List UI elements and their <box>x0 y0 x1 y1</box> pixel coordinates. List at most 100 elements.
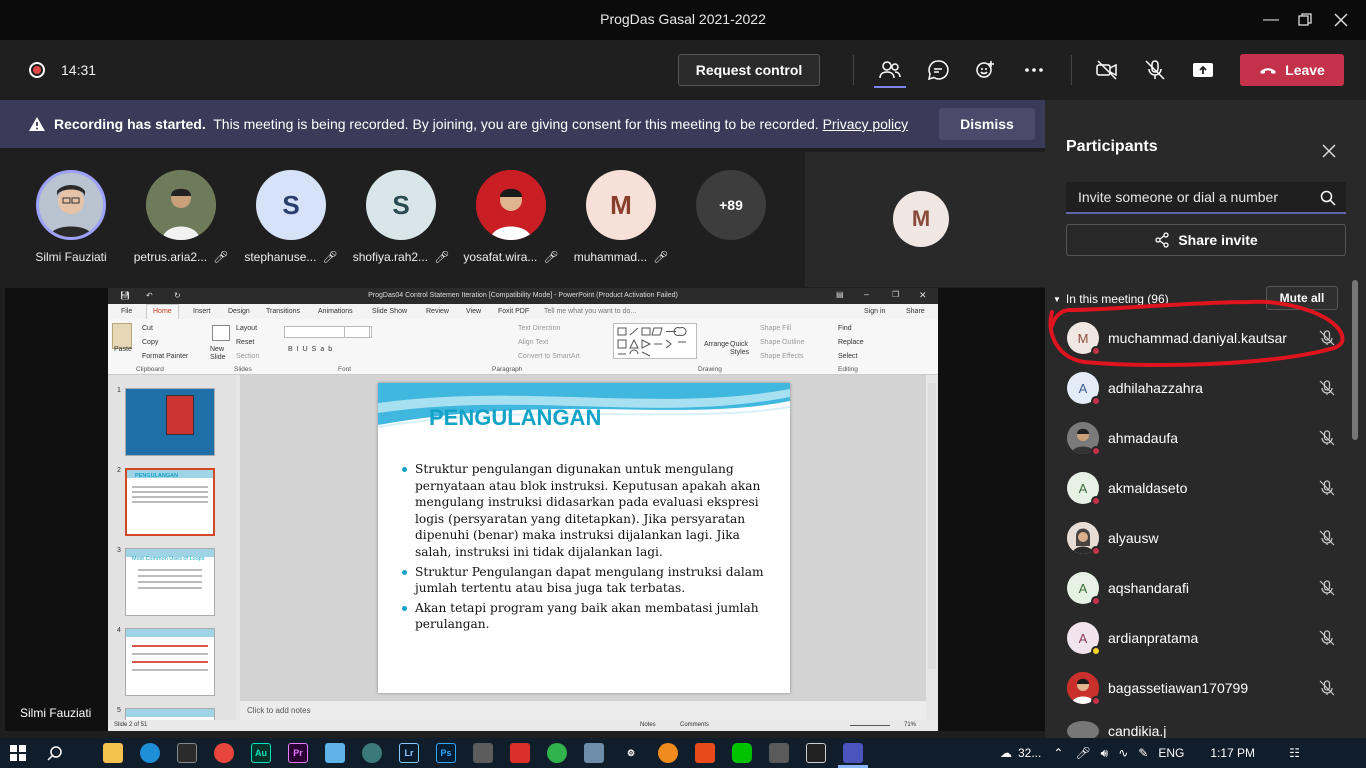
participant-tile[interactable]: S stephanuse... 🎤︎ <box>236 170 346 264</box>
mic-muted-icon <box>1319 580 1335 596</box>
thumbnail-image <box>166 395 194 435</box>
participant-row[interactable]: candikia.j <box>1045 713 1355 738</box>
chrome-icon[interactable] <box>214 743 234 763</box>
participant-row[interactable]: alyausw <box>1045 513 1355 563</box>
windows-start-icon[interactable] <box>8 743 28 763</box>
camera-off-icon[interactable] <box>1091 56 1123 84</box>
participant-row[interactable]: ahmadaufa <box>1045 413 1355 463</box>
avatar: S <box>256 170 326 240</box>
app-icon[interactable] <box>510 743 530 763</box>
lightroom-icon[interactable]: Lr <box>399 743 419 763</box>
network-icon[interactable]: ∿ <box>1118 746 1128 760</box>
people-icon[interactable] <box>874 56 906 84</box>
terminal-icon[interactable] <box>806 743 826 763</box>
minimize-icon[interactable]: — <box>1254 6 1288 34</box>
participant-tile[interactable]: M muhammad... 🎤︎ <box>566 170 676 264</box>
participant-name: yosafat.wira... <box>463 250 538 264</box>
participant-video-tile[interactable]: M <box>805 152 1045 287</box>
arrange-label: Arrange <box>704 341 729 348</box>
request-control-button[interactable]: Request control <box>678 54 820 86</box>
participant-row[interactable]: A adhilahazzahra <box>1045 363 1355 413</box>
app-icon[interactable] <box>658 743 678 763</box>
calculator-icon[interactable] <box>473 743 493 763</box>
notifications-icon[interactable]: ☷ <box>1289 746 1300 760</box>
app-icon[interactable] <box>584 743 604 763</box>
privacy-policy-link[interactable]: Privacy policy <box>823 116 909 132</box>
app-icon[interactable] <box>362 743 382 763</box>
zoom-level: 71% <box>904 722 917 728</box>
mic-off-icon[interactable] <box>1139 56 1171 84</box>
mic-muted-icon: 🎤︎ <box>213 250 229 264</box>
clock[interactable]: 1:17 PM <box>1210 746 1255 760</box>
thumb-number: 5 <box>117 707 121 714</box>
participant-tile[interactable]: S shofiya.rah2... 🎤︎ <box>346 170 456 264</box>
restore-icon: ❐ <box>892 290 900 299</box>
edge-icon[interactable] <box>140 743 160 763</box>
participant-row[interactable]: bagassetiawan170799 <box>1045 663 1355 713</box>
reactions-icon[interactable] <box>970 56 1002 84</box>
share-screen-icon[interactable] <box>1187 56 1219 84</box>
recording-banner: Recording has started. This meeting is b… <box>0 100 1045 148</box>
new-slide-icon <box>212 325 230 341</box>
slide-thumbnail <box>125 388 215 456</box>
avatar: A <box>1067 372 1101 406</box>
invite-input[interactable]: Invite someone or dial a number <box>1066 182 1346 214</box>
app-icon[interactable] <box>547 743 567 763</box>
close-icon[interactable] <box>1318 140 1340 162</box>
mic-muted-icon: 🎤︎ <box>543 250 559 264</box>
participant-row[interactable]: A aqshandarafi <box>1045 563 1355 613</box>
slide-thumbnail <box>125 628 215 696</box>
participant-row[interactable]: A akmaldaseto <box>1045 463 1355 513</box>
group-slides: Slides <box>234 366 252 373</box>
restore-icon[interactable] <box>1288 6 1322 34</box>
participant-row[interactable]: A ardianpratama <box>1045 613 1355 663</box>
share-icon <box>1155 232 1169 248</box>
chat-icon[interactable] <box>922 56 954 84</box>
app-icon[interactable] <box>769 743 789 763</box>
chevron-up-icon[interactable]: ⌃ <box>1053 746 1063 760</box>
toolbar-divider <box>853 55 854 85</box>
search-icon[interactable] <box>45 743 65 763</box>
volume-icon[interactable]: 🔊︎ <box>1101 746 1109 761</box>
participants-scrollbar[interactable] <box>1352 280 1358 440</box>
store-icon[interactable] <box>177 743 197 763</box>
share-link: Share <box>906 308 925 315</box>
tab-slide-show: Slide Show <box>372 308 408 315</box>
meeting-timer: 14:31 <box>61 62 97 78</box>
premiere-icon[interactable]: Pr <box>288 743 308 763</box>
participant-tile[interactable]: petrus.aria2... 🎤︎ <box>126 170 236 264</box>
quick-styles-label: Quick Styles <box>730 341 750 356</box>
participant-name: Silmi Fauziati <box>35 250 107 264</box>
leave-button[interactable]: Leave <box>1240 54 1344 86</box>
thumb-number: 4 <box>117 627 121 634</box>
mic-muted-icon: 🎤︎ <box>653 250 669 264</box>
weather-temp[interactable]: 32... <box>1018 746 1041 760</box>
notepad-icon[interactable] <box>325 743 345 763</box>
tab-design: Design <box>228 308 250 315</box>
settings-icon[interactable]: ⚙ <box>621 743 641 763</box>
language-indicator[interactable]: ENG <box>1158 746 1184 760</box>
dismiss-button[interactable]: Dismiss <box>939 108 1035 140</box>
share-invite-button[interactable]: Share invite <box>1066 224 1346 256</box>
thumbnail-title: PENGULANGAN <box>135 473 179 479</box>
participant-name: ardianpratama <box>1108 630 1199 646</box>
photoshop-icon[interactable]: Ps <box>436 743 456 763</box>
participant-name: bagassetiawan170799 <box>1108 680 1249 696</box>
line-icon[interactable] <box>732 743 752 763</box>
foxit-icon[interactable] <box>695 743 715 763</box>
zoom-slider <box>850 725 890 726</box>
participant-tile[interactable]: yosafat.wira... 🎤︎ <box>456 170 566 264</box>
shape-effects-label: Shape Effects <box>760 353 804 360</box>
toolbar-divider <box>1071 55 1072 85</box>
more-participants-tile[interactable]: +89 <box>676 170 786 240</box>
avatar: M <box>586 170 656 240</box>
teams-icon[interactable] <box>843 743 863 763</box>
cut-label: Cut <box>142 325 153 332</box>
thumb-number: 3 <box>117 547 121 554</box>
close-window-icon[interactable] <box>1324 6 1358 34</box>
more-options-icon[interactable] <box>1018 56 1050 84</box>
participant-tile[interactable]: Silmi Fauziati <box>16 170 126 264</box>
audition-icon[interactable]: Au <box>251 743 271 763</box>
file-explorer-icon[interactable] <box>103 743 123 763</box>
more-participants-count: +89 <box>696 170 766 240</box>
